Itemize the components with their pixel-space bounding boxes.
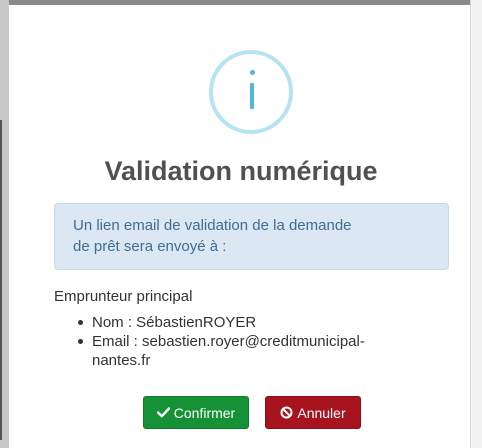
scrollbar-track[interactable] bbox=[470, 0, 482, 448]
info-alert: Un lien email de validation de la demand… bbox=[54, 203, 449, 270]
check-icon bbox=[156, 407, 170, 418]
cancel-button-label: Annuler bbox=[297, 404, 346, 421]
borrower-email-line-2: nantes.fr bbox=[92, 352, 151, 369]
borrower-details-list: Nom : SébastienROYER Email : sebastien.r… bbox=[76, 313, 436, 370]
cancel-button[interactable]: Annuler bbox=[265, 396, 361, 429]
info-icon-stem bbox=[250, 83, 254, 109]
info-icon bbox=[209, 50, 293, 134]
confirm-button[interactable]: Confirmer bbox=[143, 396, 249, 429]
ban-icon bbox=[280, 406, 293, 419]
modal-title: Validation numérique bbox=[104, 156, 378, 186]
borrower-email-line-1: Email : sebastien.royer@creditmunicipal- bbox=[92, 333, 365, 350]
info-alert-line-1: Un lien email de validation de la demand… bbox=[73, 217, 352, 234]
borrower-email-item: Email : sebastien.royer@creditmunicipal-… bbox=[76, 332, 436, 370]
info-alert-line-2: de prêt sera envoyé à : bbox=[73, 238, 227, 255]
confirm-button-label: Confirmer bbox=[173, 404, 236, 421]
info-icon-dot bbox=[250, 70, 255, 75]
borrower-heading: Emprunteur principal bbox=[54, 288, 193, 305]
borrower-name-item: Nom : SébastienROYER bbox=[76, 313, 436, 332]
